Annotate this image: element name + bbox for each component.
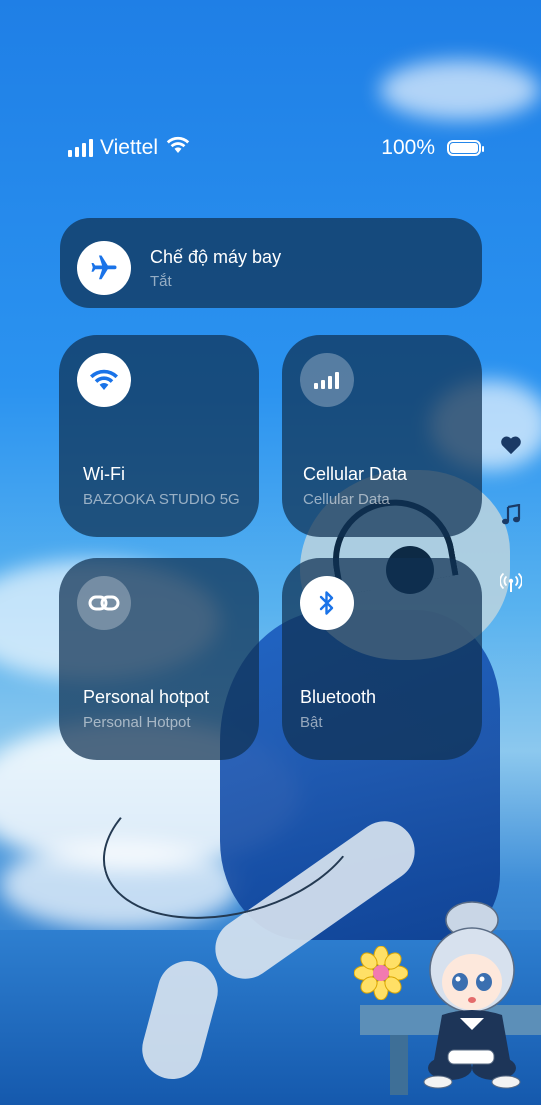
airplane-mode-title: Chế độ máy bay bbox=[150, 247, 282, 267]
hotspot-status: Personal Hotpot bbox=[83, 714, 191, 731]
signal-bars-icon bbox=[300, 353, 354, 407]
carrier-name: Viettel bbox=[100, 136, 158, 159]
battery-icon bbox=[447, 140, 484, 156]
bluetooth-tile[interactable]: Bluetooth Bật bbox=[282, 558, 482, 760]
chibi-character-sticker bbox=[420, 900, 525, 1095]
cellular-data-tile[interactable]: Cellular Data Cellular Data bbox=[282, 335, 482, 537]
wifi-network-name: BAZOOKA STUDIO 5G bbox=[83, 491, 240, 508]
personal-hotspot-tile[interactable]: Personal hotpot Personal Hotpot bbox=[59, 558, 259, 760]
airplane-mode-tile[interactable]: Chế độ máy bay Tắt bbox=[60, 218, 482, 308]
airplane-mode-status: Tắt bbox=[150, 273, 172, 290]
bluetooth-title: Bluetooth bbox=[300, 687, 377, 707]
wifi-status-icon bbox=[166, 136, 190, 160]
heart-icon[interactable] bbox=[498, 432, 524, 458]
flower-sticker bbox=[353, 945, 409, 1001]
wifi-icon bbox=[77, 353, 131, 407]
wifi-title: Wi-Fi bbox=[83, 464, 125, 484]
status-bar: Viettel 100% bbox=[68, 136, 484, 166]
battery-percentage: 100% bbox=[381, 136, 435, 159]
bluetooth-status: Bật bbox=[300, 714, 323, 731]
hotspot-title: Personal hotpot bbox=[83, 687, 210, 707]
wifi-tile[interactable]: Wi-Fi BAZOOKA STUDIO 5G bbox=[59, 335, 259, 537]
link-icon bbox=[77, 576, 131, 630]
broadcast-icon[interactable] bbox=[498, 570, 524, 596]
airplane-icon bbox=[77, 241, 131, 295]
bluetooth-icon bbox=[300, 576, 354, 630]
cellular-title: Cellular Data bbox=[303, 464, 408, 484]
cellular-signal-icon bbox=[68, 139, 93, 157]
music-note-icon[interactable] bbox=[498, 502, 524, 528]
cellular-status: Cellular Data bbox=[303, 491, 390, 508]
